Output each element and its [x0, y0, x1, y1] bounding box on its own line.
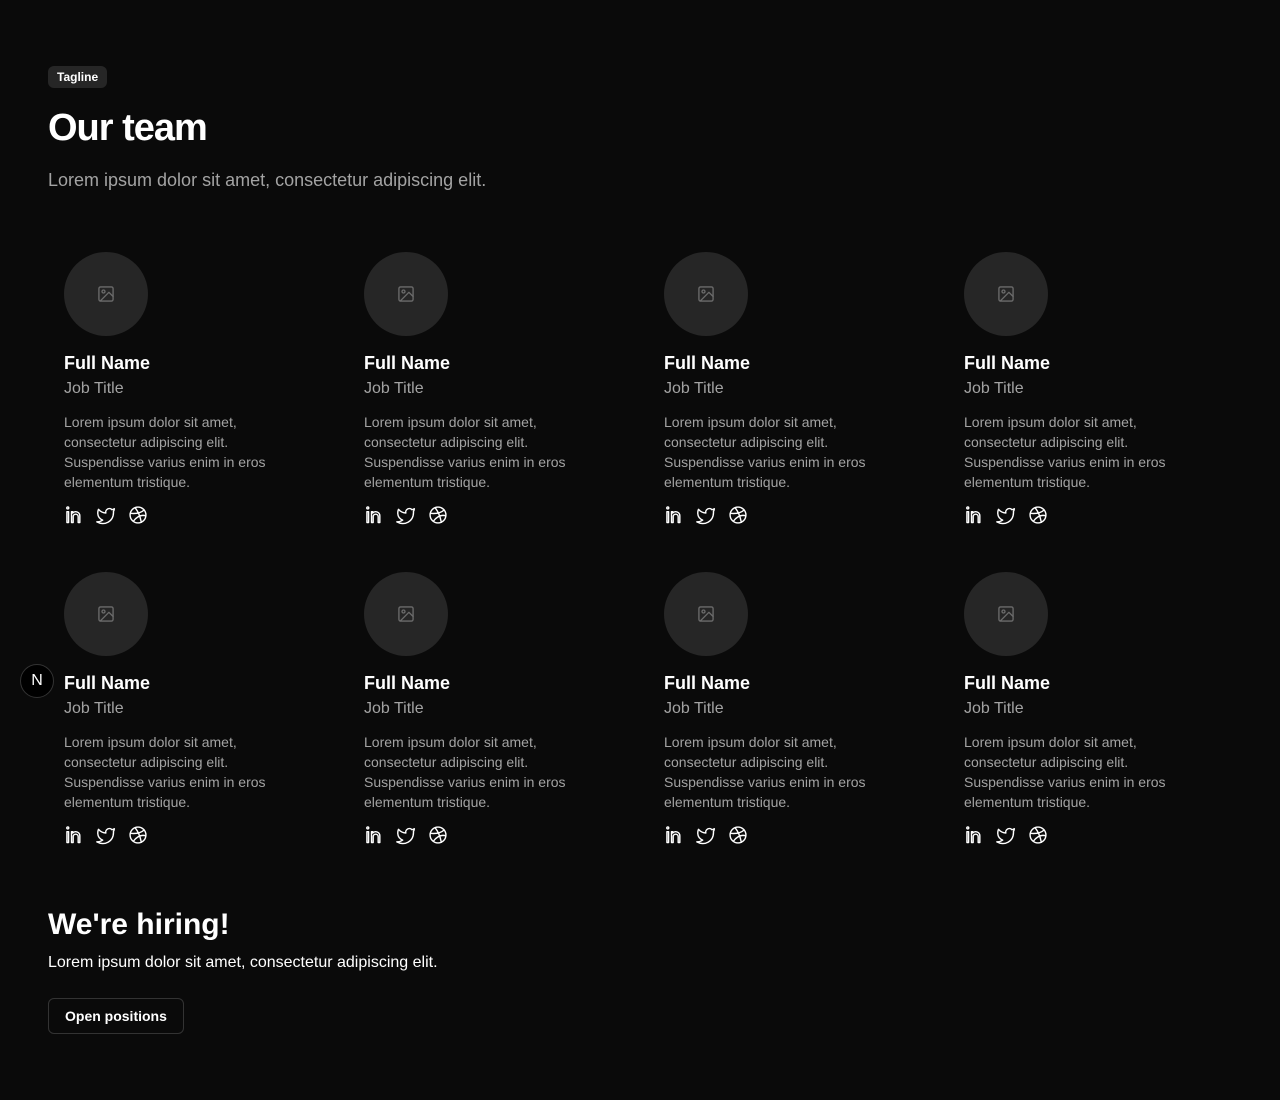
- twitter-icon[interactable]: [696, 825, 716, 845]
- team-card: Full Name Job Title Lorem ipsum dolor sit …: [64, 252, 304, 525]
- member-description: Lorem ipsum dolor sit amet, consectetur …: [64, 734, 266, 810]
- social-links: [64, 825, 304, 845]
- member-job-title: Job Title: [64, 700, 124, 717]
- dribbble-icon[interactable]: [1028, 505, 1048, 525]
- avatar: [664, 572, 748, 656]
- page-subtitle: Lorem ipsum dolor sit amet, consectetur …: [48, 170, 487, 190]
- image-icon: [996, 604, 1016, 624]
- member-description: Lorem ipsum dolor sit amet, consectetur …: [664, 414, 866, 490]
- linkedin-icon[interactable]: [664, 505, 684, 525]
- hiring-section: We're hiring! Lorem ipsum dolor sit amet…: [48, 906, 438, 1034]
- member-job-title: Job Title: [964, 380, 1024, 397]
- dribbble-icon[interactable]: [128, 505, 148, 525]
- member-name: Full Name: [64, 353, 151, 373]
- dribbble-icon[interactable]: [728, 825, 748, 845]
- image-icon: [96, 604, 116, 624]
- team-card: Full Name Job Title Lorem ipsum dolor sit …: [964, 572, 1204, 845]
- member-name: Full Name: [364, 673, 451, 693]
- linkedin-icon[interactable]: [964, 505, 984, 525]
- member-description: Lorem ipsum dolor sit amet, consectetur …: [364, 734, 566, 810]
- team-card: Full Name Job Title Lorem ipsum dolor sit …: [664, 252, 904, 525]
- linkedin-icon[interactable]: [364, 505, 384, 525]
- social-links: [964, 825, 1204, 845]
- member-job-title: Job Title: [64, 380, 124, 397]
- member-description: Lorem ipsum dolor sit amet, consectetur …: [364, 414, 566, 490]
- social-links: [664, 825, 904, 845]
- dribbble-icon[interactable]: [428, 505, 448, 525]
- image-icon: [96, 284, 116, 304]
- member-description: Lorem ipsum dolor sit amet, consectetur …: [64, 414, 266, 490]
- member-name: Full Name: [964, 673, 1051, 693]
- team-page: Tagline Our team Lorem ipsum dolor sit a…: [0, 0, 1280, 1100]
- team-card: Full Name Job Title Lorem ipsum dolor sit …: [364, 572, 604, 845]
- member-job-title: Job Title: [964, 700, 1024, 717]
- hiring-text: Lorem ipsum dolor sit amet, consectetur …: [48, 954, 438, 971]
- social-links: [364, 505, 604, 525]
- hiring-title: We're hiring!: [48, 908, 230, 941]
- member-description: Lorem ipsum dolor sit amet, consectetur …: [964, 734, 1166, 810]
- image-icon: [396, 604, 416, 624]
- member-job-title: Job Title: [664, 700, 724, 717]
- team-card: Full Name Job Title Lorem ipsum dolor sit …: [364, 252, 604, 525]
- member-name: Full Name: [964, 353, 1051, 373]
- avatar: [64, 572, 148, 656]
- dribbble-icon[interactable]: [428, 825, 448, 845]
- image-icon: [996, 284, 1016, 304]
- member-name: Full Name: [64, 673, 151, 693]
- social-links: [664, 505, 904, 525]
- image-icon: [396, 284, 416, 304]
- member-name: Full Name: [664, 353, 751, 373]
- twitter-icon[interactable]: [96, 505, 116, 525]
- member-job-title: Job Title: [364, 700, 424, 717]
- dribbble-icon[interactable]: [128, 825, 148, 845]
- linkedin-icon[interactable]: [64, 505, 84, 525]
- social-links: [964, 505, 1204, 525]
- member-job-title: Job Title: [364, 380, 424, 397]
- member-job-title: Job Title: [664, 380, 724, 397]
- image-icon: [696, 604, 716, 624]
- tagline-badge: Tagline: [48, 66, 108, 88]
- avatar: [364, 572, 448, 656]
- linkedin-icon[interactable]: [664, 825, 684, 845]
- page-title: Our team: [48, 107, 208, 149]
- twitter-icon[interactable]: [996, 825, 1016, 845]
- twitter-icon[interactable]: [96, 825, 116, 845]
- team-card: Full Name Job Title Lorem ipsum dolor sit …: [64, 572, 304, 845]
- dribbble-icon[interactable]: [728, 505, 748, 525]
- avatar: [64, 252, 148, 336]
- linkedin-icon[interactable]: [364, 825, 384, 845]
- twitter-icon[interactable]: [696, 505, 716, 525]
- team-header: Tagline Our team Lorem ipsum dolor sit a…: [48, 66, 948, 192]
- avatar: [964, 252, 1048, 336]
- team-card: Full Name Job Title Lorem ipsum dolor sit …: [964, 252, 1204, 525]
- avatar: [364, 252, 448, 336]
- linkedin-icon[interactable]: [964, 825, 984, 845]
- avatar: [664, 252, 748, 336]
- member-name: Full Name: [664, 673, 751, 693]
- member-description: Lorem ipsum dolor sit amet, consectetur …: [664, 734, 866, 810]
- avatar: [964, 572, 1048, 656]
- dribbble-icon[interactable]: [1028, 825, 1048, 845]
- linkedin-icon[interactable]: [64, 825, 84, 845]
- member-name: Full Name: [364, 353, 451, 373]
- twitter-icon[interactable]: [396, 505, 416, 525]
- image-icon: [696, 284, 716, 304]
- social-links: [64, 505, 304, 525]
- twitter-icon[interactable]: [996, 505, 1016, 525]
- member-description: Lorem ipsum dolor sit amet, consectetur …: [964, 414, 1166, 490]
- twitter-icon[interactable]: [396, 825, 416, 845]
- nextjs-badge[interactable]: N: [20, 664, 54, 698]
- social-links: [364, 825, 604, 845]
- team-card: Full Name Job Title Lorem ipsum dolor sit …: [664, 572, 904, 845]
- open-positions-button[interactable]: Open positions: [48, 998, 184, 1034]
